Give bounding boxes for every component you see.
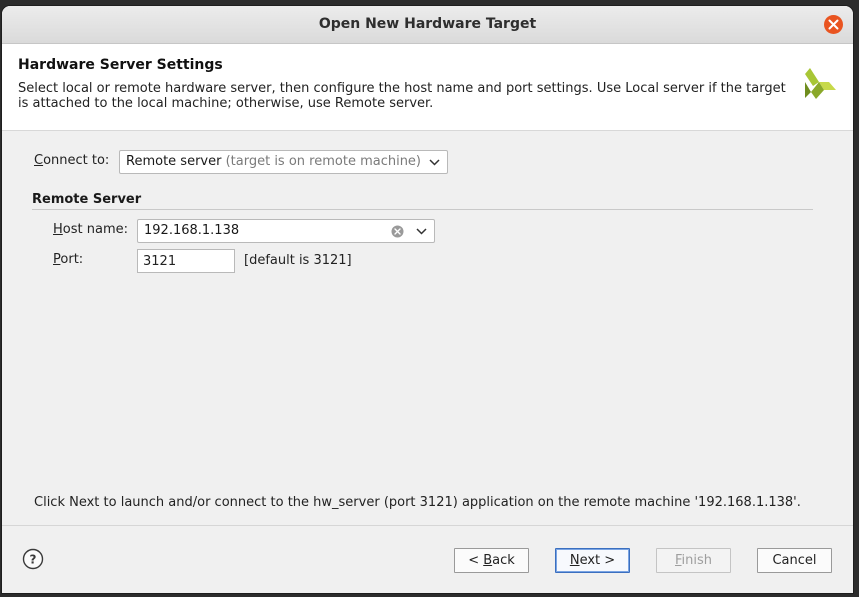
connect-to-select[interactable]: Remote server (target is on remote machi…	[119, 150, 448, 174]
port-label: Port:	[53, 252, 83, 267]
close-button[interactable]	[824, 15, 843, 34]
footer-divider	[2, 525, 853, 526]
page-description: Select local or remote hardware server, …	[18, 81, 786, 111]
cancel-button[interactable]: Cancel	[757, 548, 832, 573]
next-button[interactable]: Next >	[555, 548, 630, 573]
host-name-mnemonic: H	[53, 222, 63, 237]
info-message: Click Next to launch and/or connect to t…	[34, 495, 801, 510]
host-name-combo[interactable]: 192.168.1.138	[137, 219, 435, 243]
title-bar: Open New Hardware Target	[2, 6, 853, 44]
finish-button[interactable]: Finish	[656, 548, 731, 573]
xilinx-logo-icon	[805, 68, 836, 99]
connect-to-mnemonic: C	[34, 153, 44, 168]
help-icon[interactable]: ?	[22, 548, 44, 570]
chevron-down-icon	[429, 159, 440, 166]
connect-to-selected: Remote server	[126, 154, 222, 169]
connect-to-value: Remote server (target is on remote machi…	[126, 154, 421, 169]
close-icon	[828, 19, 839, 30]
connect-to-label: Connect to:	[34, 153, 109, 168]
next-label: ext >	[579, 553, 616, 568]
port-default-note: [default is 3121]	[244, 253, 352, 268]
back-label: ack	[492, 553, 515, 568]
host-name-value[interactable]: 192.168.1.138	[144, 223, 239, 238]
back-button[interactable]: < Back	[454, 548, 529, 573]
back-prefix: <	[468, 553, 484, 568]
port-input[interactable]	[137, 249, 235, 273]
port-label-text: ort:	[60, 252, 84, 267]
next-mnemonic: N	[569, 553, 580, 568]
section-divider	[32, 209, 813, 210]
window-title: Open New Hardware Target	[318, 16, 537, 32]
dialog-window: Open New Hardware Target Hardware Server…	[2, 6, 853, 593]
connect-to-hint: (target is on remote machine)	[225, 154, 422, 169]
connect-to-label-text: onnect to:	[43, 153, 110, 168]
back-mnemonic: B	[483, 553, 493, 568]
host-name-label: Host name:	[53, 222, 128, 237]
wizard-header: Hardware Server Settings Select local or…	[2, 44, 853, 131]
svg-text:?: ?	[30, 553, 37, 567]
host-name-label-text: ost name:	[62, 222, 128, 237]
clear-icon[interactable]	[391, 225, 404, 238]
finish-label: inish	[681, 553, 713, 568]
page-title: Hardware Server Settings	[18, 57, 223, 73]
remote-server-heading: Remote Server	[32, 192, 142, 207]
chevron-down-icon[interactable]	[416, 228, 427, 235]
